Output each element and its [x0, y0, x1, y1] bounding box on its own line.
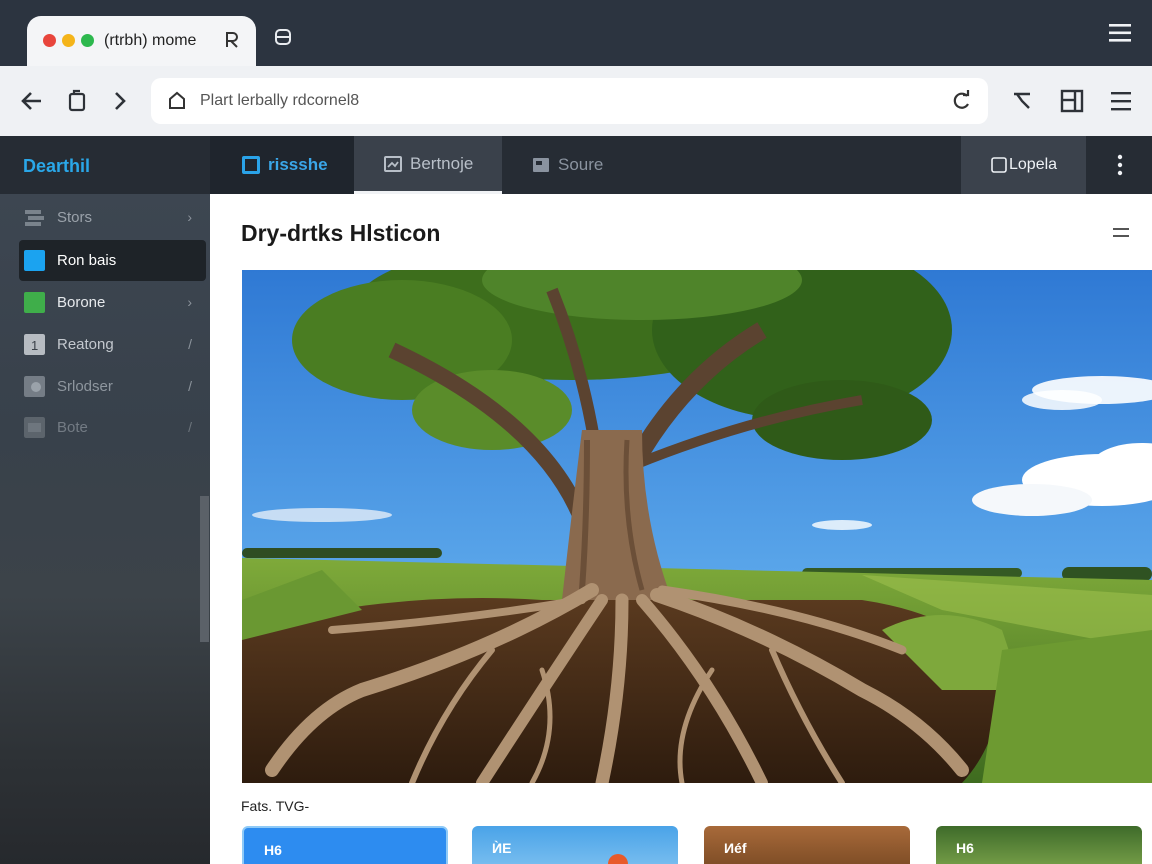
sidebar-item-label: Reatong: [57, 336, 114, 353]
edit-slash-icon: /: [188, 336, 192, 352]
edit-slash-icon: /: [188, 378, 192, 394]
sidebar-item-label: Srlodser: [57, 378, 113, 395]
copy-page-icon[interactable]: [64, 88, 90, 114]
image-caption: Fats. TVG-: [241, 798, 310, 814]
edit-slash-icon: /: [188, 419, 192, 435]
minimize-window-dot[interactable]: [62, 34, 75, 47]
sidebar-item-borone[interactable]: Borone ›: [19, 282, 206, 323]
tab-bertnoje-label: Bertnoje: [410, 153, 474, 173]
browser-tab[interactable]: (rtrbh) mome: [27, 16, 256, 66]
card-label: H6: [264, 842, 282, 858]
window-controls: [43, 34, 94, 47]
tree-roots-hero-image: [242, 270, 1152, 783]
main-content: Dry-drtks Hlsticon Fats. TVG- H6 ЍЕ Иéf …: [210, 194, 1152, 864]
sidebar-scrollbar[interactable]: [200, 496, 209, 642]
image-icon: [384, 155, 402, 172]
sidebar-item-label: Borone: [57, 294, 106, 311]
browser-tab-strip: (rtrbh) mome: [0, 0, 1152, 66]
sidebar-item-stors[interactable]: Stors ›: [19, 197, 206, 238]
browser-menu-icon[interactable]: [1108, 88, 1134, 114]
tab-pin-icon[interactable]: [223, 30, 241, 50]
sidebar-item-label: Bote: [57, 419, 88, 436]
address-input[interactable]: [200, 92, 900, 110]
thumbnail-card[interactable]: Иéf: [704, 826, 910, 864]
forward-arrow-icon[interactable]: [108, 88, 134, 114]
home-square-icon: [242, 156, 260, 174]
blue-square-icon: [24, 250, 45, 271]
sidebar-item-label: Stors: [57, 209, 93, 226]
sidebar-item-label: Ron bais: [57, 252, 117, 269]
menu-icon[interactable]: [1112, 224, 1130, 242]
image-icon: [533, 158, 549, 172]
lopela-label: Lopela: [1009, 156, 1058, 173]
tab-soure[interactable]: Soure: [502, 136, 642, 194]
sidebar-item-srlodser[interactable]: Srlodser /: [19, 366, 206, 407]
home-icon: [169, 91, 185, 109]
card-label: Иéf: [724, 840, 747, 856]
box-icon: [24, 417, 45, 438]
card-label: ЍЕ: [492, 840, 512, 856]
sidebar-item-bote[interactable]: Bote /: [19, 407, 206, 448]
green-square-icon: [24, 292, 45, 313]
checkbox-icon: [991, 157, 1007, 173]
tab-soure-label: Soure: [558, 155, 604, 174]
tab-home[interactable]: rissshe: [210, 136, 354, 194]
back-arrow-icon[interactable]: [19, 88, 45, 114]
tab-title: (rtrbh) mome: [104, 32, 197, 49]
stack-icon: [25, 210, 44, 226]
address-bar[interactable]: [151, 78, 988, 124]
reload-icon[interactable]: [949, 89, 973, 113]
flower-icon: [608, 854, 628, 864]
thumbnail-card[interactable]: ЍЕ: [472, 826, 678, 864]
tab-home-label: rissshe: [268, 155, 328, 174]
card-label: H6: [956, 840, 974, 856]
sidebar-item-reatong[interactable]: 1 Reatong /: [19, 324, 206, 365]
chevron-right-icon: ›: [187, 294, 192, 310]
sidebar-item-ron-bais[interactable]: Ron bais: [19, 240, 206, 281]
brand-logo[interactable]: Dearthil: [23, 156, 90, 177]
thumbnail-card[interactable]: H6: [936, 826, 1142, 864]
close-window-dot[interactable]: [43, 34, 56, 47]
chevron-right-icon: ›: [187, 209, 192, 225]
extension-icon[interactable]: [1009, 88, 1035, 114]
sidebar-toggle-icon[interactable]: [1059, 88, 1085, 114]
window-menu-icon[interactable]: [1108, 22, 1132, 44]
maximize-window-dot[interactable]: [81, 34, 94, 47]
new-tab-icon[interactable]: [274, 28, 292, 46]
lopela-button[interactable]: Lopela: [961, 136, 1086, 194]
photo-icon: [24, 376, 45, 397]
app-header: Dearthil rissshe Bertnoje Soure Lopela: [0, 136, 1152, 194]
number-icon: 1: [24, 334, 45, 355]
browser-toolbar: [0, 66, 1152, 136]
more-options-icon[interactable]: [1108, 154, 1132, 176]
tab-bertnoje[interactable]: Bertnoje: [354, 136, 502, 194]
page-title: Dry-drtks Hlsticon: [241, 220, 441, 246]
sidebar: Stors › Ron bais Borone › 1 Reatong / Sr…: [0, 194, 210, 864]
thumbnail-card[interactable]: H6: [242, 826, 448, 864]
svg-text:1: 1: [31, 338, 38, 353]
